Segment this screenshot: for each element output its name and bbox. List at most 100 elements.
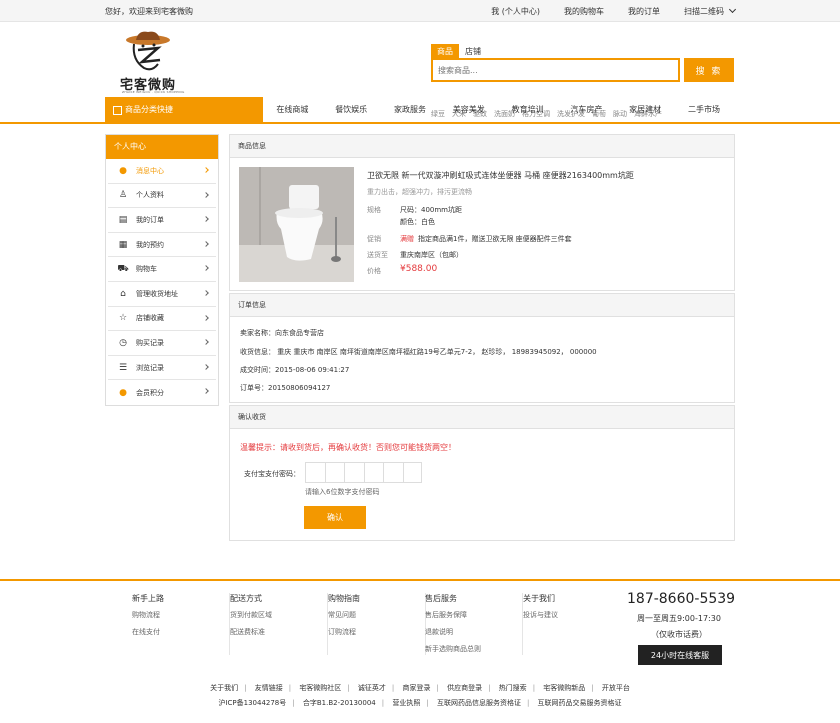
order-time: 成交时间：2015-08-06 09:41:27 <box>240 366 350 374</box>
logo-mascot-icon <box>126 31 170 71</box>
password-label: 支付宝支付密码： <box>244 470 300 478</box>
chevron-right-icon <box>203 290 209 296</box>
order-info-title: 订单信息 <box>230 294 734 317</box>
footer-bottom-link[interactable]: 关于我们 <box>210 684 238 692</box>
icp-item[interactable]: 互联网药品信息服务资格证 <box>437 699 521 707</box>
password-digit-box[interactable] <box>363 462 383 483</box>
password-digit-box[interactable] <box>344 462 364 483</box>
icp-item[interactable]: 合字B1.B2-20130004 <box>303 699 376 707</box>
coin-icon: ● <box>119 387 127 398</box>
goods-name[interactable]: 卫欲无限 新一代双漩冲刷虹吸式连体坐便器 马桶 座便器2163400mm坑距 <box>367 170 634 181</box>
sidebar-item-favorite-shops[interactable]: ☆ 店铺收藏 <box>108 307 216 332</box>
footer-bottom-link[interactable]: 开放平台 <box>602 684 630 692</box>
password-digit-box[interactable] <box>402 462 422 483</box>
promo-text: 指定商品满1件，赠送卫欲无限 座便器配件三件套 <box>418 235 572 243</box>
footer-link[interactable]: 常见问题 <box>328 610 425 620</box>
top-link-orders[interactable]: 我的订单 <box>628 6 660 17</box>
search-tab-shops[interactable]: 店铺 <box>459 44 487 58</box>
sidebar-item-cart[interactable]: ⛟ 购物车 <box>108 257 216 282</box>
password-digit-box[interactable] <box>324 462 344 483</box>
sidebar-item-browse-history[interactable]: ☰ 浏览记录 <box>108 356 216 381</box>
footer-col-about: 关于我们 投诉与建议 <box>523 593 621 655</box>
goods-price: ¥588.00 <box>400 264 438 274</box>
price-label: 价格 <box>367 267 381 275</box>
icp-item[interactable]: 营业执照 <box>392 699 420 707</box>
main-nav: 商品分类快捷 在线商城 餐饮娱乐 家政服务 美容美发 教育培训 汽车房产 家居建… <box>0 97 840 124</box>
password-input[interactable] <box>305 462 422 483</box>
nav-item-dining[interactable]: 餐饮娱乐 <box>322 97 381 122</box>
confirm-button[interactable]: 确认 <box>304 506 366 529</box>
chevron-right-icon <box>203 314 209 321</box>
footer-link[interactable]: 购物流程 <box>132 610 229 620</box>
service-hours: 周一至周五9:00-17:30 <box>637 614 721 623</box>
sidebar-item-label: 我的订单 <box>136 215 164 224</box>
top-link-cart[interactable]: 我的购物车 <box>564 6 604 17</box>
sidebar-item-messages[interactable]: ● 消息中心 <box>108 159 216 184</box>
nav-item-auto-property[interactable]: 汽车房产 <box>557 97 616 122</box>
footer-bottom-link[interactable]: 友情链接 <box>255 684 283 692</box>
footer-bottom-link[interactable]: 供应商登录 <box>447 684 482 692</box>
footer-link[interactable]: 配送费标准 <box>230 627 327 637</box>
online-service-button[interactable]: 24小时在线客服 <box>638 645 722 665</box>
sidebar-item-label: 店铺收藏 <box>136 314 164 323</box>
user-icon: ♙ <box>118 190 128 201</box>
search-tab-goods[interactable]: 商品 <box>431 44 459 58</box>
order-info-panel: 订单信息 卖家名称：向东食品专营店 收货信息： 重庆 重庆市 南岸区 南坪街道南… <box>229 293 735 403</box>
search-box <box>431 58 680 82</box>
top-link-personal-center[interactable]: 我 (个人中心) <box>491 6 540 17</box>
order-seller: 卖家名称：向东食品专营店 <box>240 329 324 337</box>
chevron-right-icon <box>203 363 209 370</box>
sidebar-item-orders[interactable]: ▤ 我的订单 <box>108 208 216 233</box>
nav-item-home-building[interactable]: 家居建材 <box>616 97 675 122</box>
clock-icon: ◷ <box>119 337 127 348</box>
goods-image[interactable] <box>239 167 354 282</box>
footer-col-guide: 购物指南 常见问题 订购流程 <box>328 593 426 655</box>
nav-item-second-hand[interactable]: 二手市场 <box>675 97 734 122</box>
goods-subtitle: 重力出击，超强冲力，排污更流畅 <box>367 188 472 196</box>
footer-col-newbie: 新手上路 购物流程 在线支付 <box>132 593 230 655</box>
footer-link[interactable]: 货到付款区域 <box>230 610 327 620</box>
confirm-receipt-title: 确认收货 <box>230 406 734 429</box>
nav-item-education[interactable]: 教育培训 <box>498 97 557 122</box>
list-icon: ☰ <box>118 362 128 373</box>
nav-item-online-mall[interactable]: 在线商城 <box>263 97 322 122</box>
footer-link[interactable]: 投诉与建议 <box>523 610 621 620</box>
sidebar-item-addresses[interactable]: ⌂ 管理收货地址 <box>108 282 216 307</box>
category-menu-button[interactable]: 商品分类快捷 <box>105 97 263 122</box>
order-number: 订单号：20150806094127 <box>240 384 331 392</box>
footer-link[interactable]: 售后服务保障 <box>425 610 522 620</box>
sidebar-item-profile[interactable]: ♙ 个人资料 <box>108 184 216 209</box>
footer-bottom-link[interactable]: 商家登录 <box>403 684 431 692</box>
footer-link[interactable]: 在线支付 <box>132 627 229 637</box>
spec-size: 尺码：400mm坑距 <box>400 206 462 214</box>
footer-bottom-link[interactable]: 热门搜索 <box>499 684 527 692</box>
footer-link[interactable]: 订购流程 <box>328 627 425 637</box>
logo[interactable]: 宅客微购 ZHAIKE WEIGOU · QUICK SHOPPING <box>118 30 184 96</box>
nav-item-housekeeping[interactable]: 家政服务 <box>381 97 440 122</box>
password-digit-box[interactable] <box>305 462 325 483</box>
password-digit-box[interactable] <box>383 462 403 483</box>
calendar-icon: ▦ <box>118 239 128 250</box>
footer-link[interactable]: 退款说明 <box>425 627 522 637</box>
footer-col-title: 关于我们 <box>523 594 555 603</box>
confirm-receipt-panel: 确认收货 温馨提示：请收到货后，再确认收货！否则您可能钱货两空！ 支付宝支付密码… <box>229 405 735 541</box>
footer-bottom-link[interactable]: 宅客微购社区 <box>299 684 341 692</box>
order-icon: ▤ <box>118 214 128 225</box>
icp-item[interactable]: 沪ICP备13044278号 <box>218 699 286 707</box>
footer-bottom-link[interactable]: 宅客微购新品 <box>543 684 585 692</box>
search-input[interactable] <box>433 60 678 80</box>
icp-item[interactable]: 互联网药品交易服务资格证 <box>538 699 622 707</box>
sidebar-item-label: 我的预约 <box>136 240 164 249</box>
footer-bottom-link[interactable]: 诚征英才 <box>358 684 386 692</box>
chevron-right-icon <box>203 191 209 198</box>
footer-links: 关于我们 | 友情链接 | 宅客微购社区 | 诚征英才 | 商家登录 | 供应商登录 | 热… <box>210 684 630 692</box>
footer-link[interactable]: 新手选购商品总则 <box>425 644 522 654</box>
sidebar-item-appointments[interactable]: ▦ 我的预约 <box>108 233 216 258</box>
sidebar-item-points[interactable]: ● 会员积分 <box>108 380 216 405</box>
top-link-qrcode[interactable]: 扫描二维码 <box>684 6 735 17</box>
sidebar-item-label: 浏览记录 <box>136 363 164 372</box>
nav-item-beauty[interactable]: 美容美发 <box>439 97 498 122</box>
chevron-right-icon <box>203 265 209 272</box>
search-button[interactable]: 搜 索 <box>684 58 734 82</box>
sidebar-item-purchase-history[interactable]: ◷ 购买记录 <box>108 331 216 356</box>
